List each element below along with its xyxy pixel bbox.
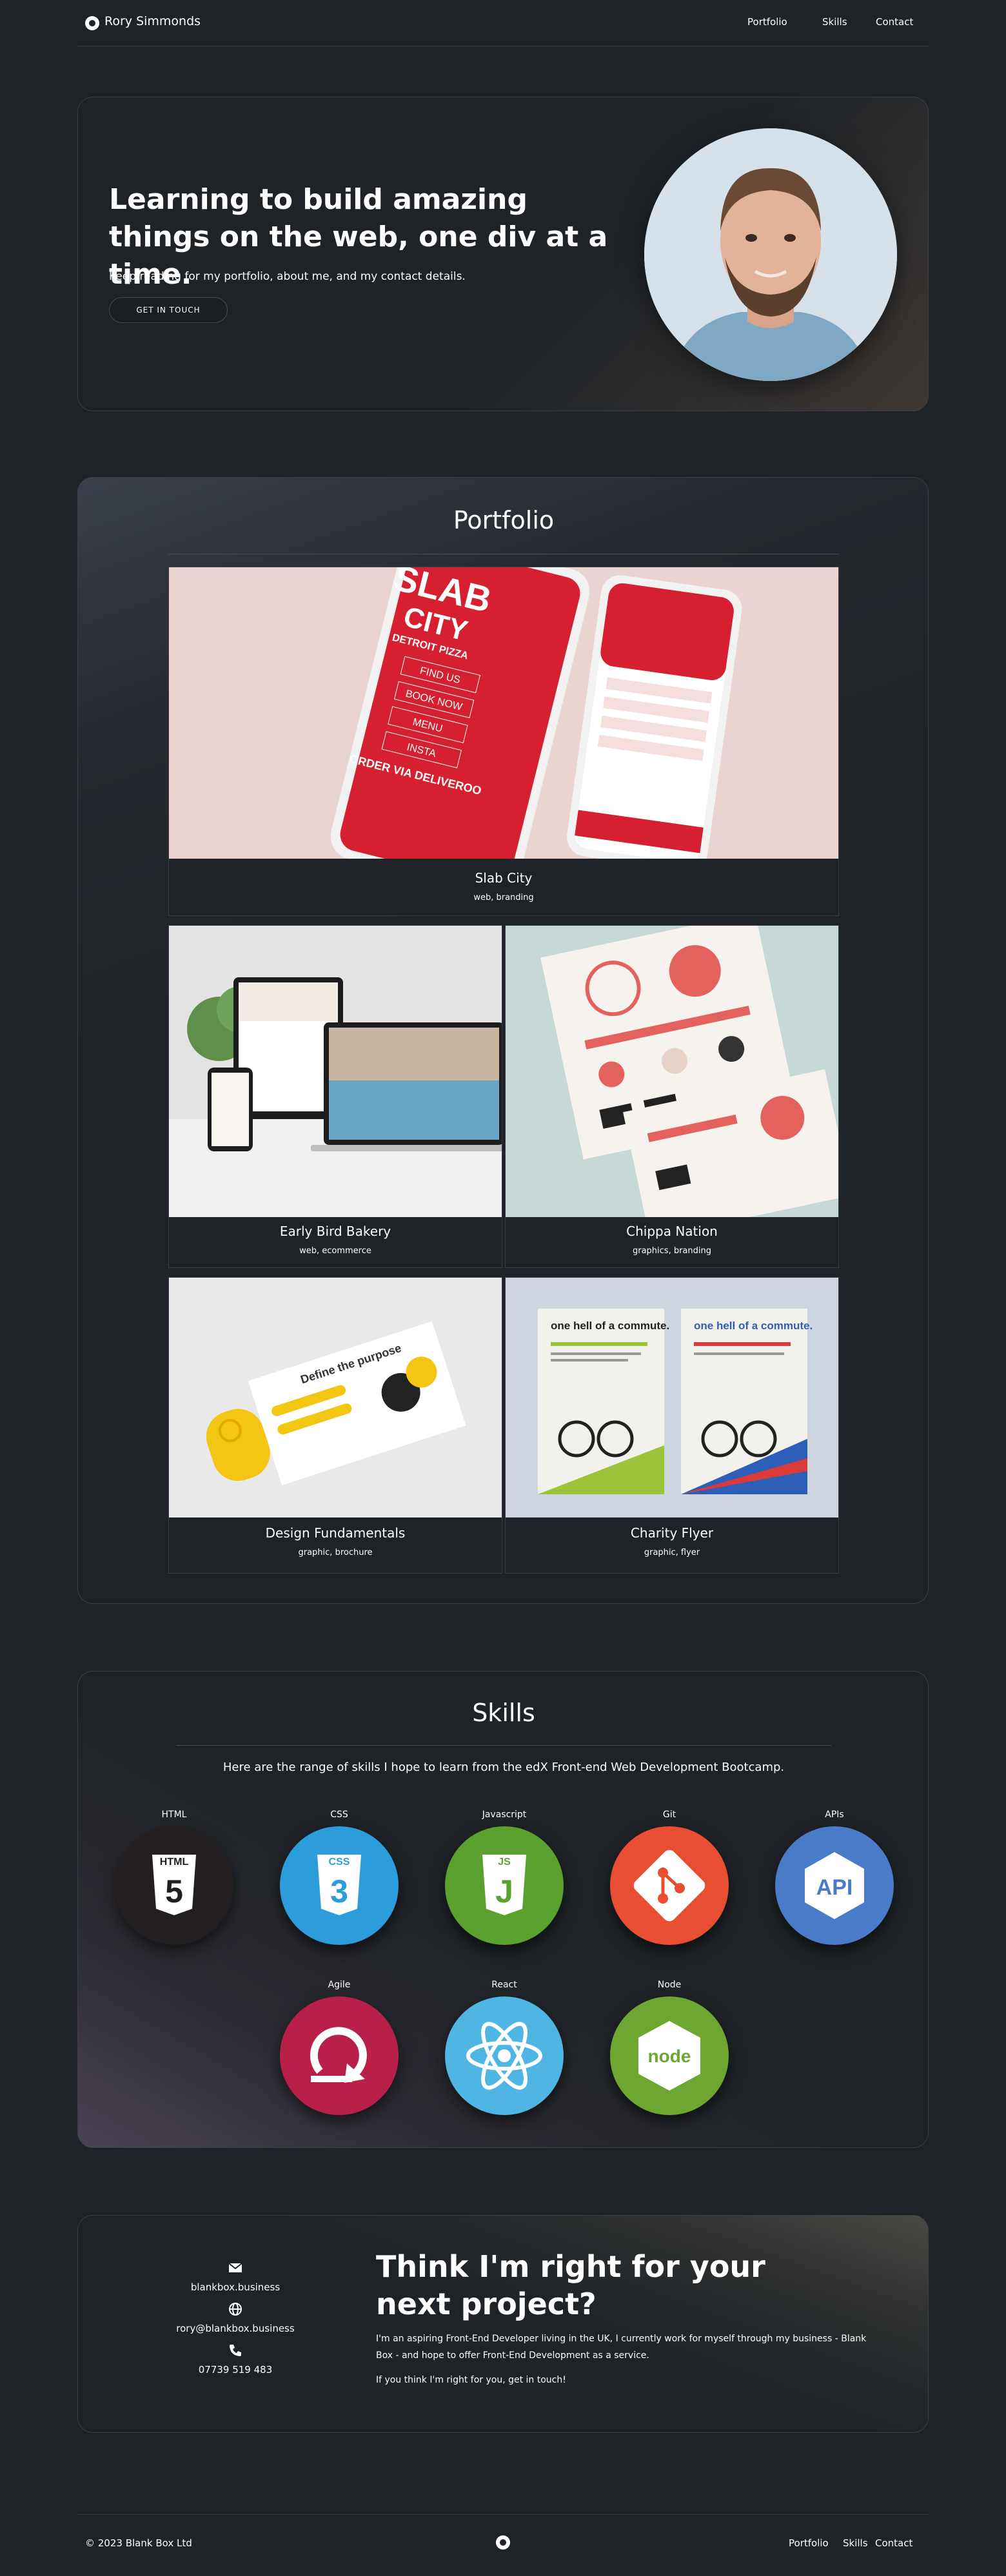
design-fundamentals-image: Define the purpose (169, 1278, 502, 1517)
javascript-icon: JS J (445, 1826, 564, 1945)
portfolio-title: Portfolio (453, 506, 555, 534)
early-bird-image (169, 926, 502, 1217)
skills-section: Skills Here are the range of skills I ho… (77, 1671, 929, 2148)
nav-link-skills[interactable]: Skills (822, 16, 847, 28)
card-tags: graphics, branding (632, 1246, 711, 1256)
globe-icon (228, 2302, 242, 2316)
portfolio-card-early-bird[interactable]: Early Bird Bakery web, ecommerce (168, 925, 502, 1268)
js-glyph: J (495, 1873, 513, 1909)
contact-section: blankbox.business rory@blankbox.business… (77, 2215, 929, 2433)
card-title: Chippa Nation (626, 1224, 718, 1239)
contact-phone[interactable]: 07739 519 483 (139, 2364, 332, 2376)
footer-link-contact[interactable]: Contact (875, 2537, 912, 2549)
divider (176, 1745, 831, 1746)
contact-title: Think I'm right for your next project? (376, 2249, 765, 2321)
nav-link-contact[interactable]: Contact (876, 16, 913, 28)
skill-label-javascript: Javascript (482, 1810, 527, 1820)
card-title: Design Fundamentals (265, 1525, 406, 1541)
react-icon (445, 1996, 564, 2115)
contact-email[interactable]: rory@blankbox.business (139, 2323, 332, 2334)
html-badge-text: HTML (160, 1857, 189, 1868)
contact-paragraph-1: I'm an aspiring Front-End Developer livi… (376, 2334, 867, 2361)
card-tags: web, branding (473, 893, 534, 903)
footer-link-skills[interactable]: Skills (843, 2537, 868, 2549)
skill-label-react: React (491, 1980, 517, 1990)
footer-copyright: © 2023 Blank Box Ltd (85, 2537, 192, 2549)
footer: © 2023 Blank Box Ltd Portfolio Skills Co… (77, 2514, 929, 2553)
flyer-headline-2: one hell of a commute. (694, 1320, 813, 1332)
portfolio-card-featured[interactable]: SLAB CITY DETROIT PIZZA FIND US BOOK NOW… (168, 567, 839, 916)
footer-logo-icon[interactable] (496, 2535, 510, 2550)
skill-label-git: Git (662, 1810, 676, 1820)
portfolio-card-charity-flyer[interactable]: one hell of a commute. one hell of a com… (505, 1277, 839, 1574)
slab-city-image: SLAB CITY DETROIT PIZZA FIND US BOOK NOW… (169, 567, 838, 895)
hero-subtitle: Keep reading for my portfolio, about me,… (109, 270, 466, 283)
chippa-nation-image (506, 926, 838, 1238)
nav-link-portfolio[interactable]: Portfolio (747, 16, 787, 28)
logo-icon[interactable] (85, 16, 99, 30)
brand-name[interactable]: Rory Simmonds (104, 14, 201, 28)
flyer-headline-1: one hell of a commute. (551, 1320, 669, 1332)
skill-label-html: HTML (161, 1810, 187, 1820)
card-tags: graphic, brochure (298, 1548, 373, 1557)
html-icon: HTML 5 (115, 1826, 233, 1945)
card-tags: graphic, flyer (644, 1548, 700, 1557)
card-title: Early Bird Bakery (279, 1224, 391, 1239)
footer-link-portfolio[interactable]: Portfolio (789, 2537, 829, 2549)
portfolio-card-chippa-nation[interactable]: Chippa Nation graphics, branding (505, 925, 839, 1268)
agile-icon (280, 1996, 399, 2115)
card-tags: web, ecommerce (299, 1246, 371, 1256)
skill-label-agile: Agile (328, 1980, 351, 1990)
hero-section: Learning to build amazing things on the … (77, 97, 929, 411)
html-glyph: 5 (165, 1873, 183, 1909)
portfolio-section: Portfolio SLAB CITY DETROIT PIZZA FIND U… (77, 477, 929, 1604)
js-badge-text: JS (498, 1857, 511, 1868)
mail-icon (228, 2261, 242, 2275)
card-title: Charity Flyer (630, 1525, 714, 1541)
git-icon (610, 1826, 729, 1945)
skill-label-css: CSS (330, 1810, 348, 1820)
card-title: Slab City (475, 870, 533, 886)
api-icon: API (775, 1826, 894, 1945)
node-icon: node (610, 1996, 729, 2115)
css-badge-text: CSS (329, 1857, 350, 1868)
portfolio-card-design-fundamentals[interactable]: Define the purpose Design Fundamentals g… (168, 1277, 502, 1574)
css-glyph: 3 (330, 1873, 348, 1909)
node-glyph: node (648, 2046, 691, 2066)
css-icon: CSS 3 (280, 1826, 399, 1945)
get-in-touch-button[interactable]: GET IN TOUCH (109, 297, 228, 323)
avatar (644, 128, 897, 381)
phone-icon (228, 2343, 242, 2357)
contact-paragraph-2: If you think I'm right for you, get in t… (376, 2375, 566, 2385)
skills-intro: Here are the range of skills I hope to l… (222, 1761, 785, 1774)
api-glyph: API (816, 1875, 853, 1900)
skills-title: Skills (472, 1699, 535, 1727)
contact-website[interactable]: blankbox.business (139, 2281, 332, 2293)
skill-label-node: Node (657, 1980, 682, 1990)
skill-label-apis: APIs (825, 1810, 844, 1820)
top-navbar: Rory Simmonds Portfolio Skills Contact (77, 0, 929, 46)
charity-flyer-image: one hell of a commute. one hell of a com… (506, 1278, 838, 1517)
